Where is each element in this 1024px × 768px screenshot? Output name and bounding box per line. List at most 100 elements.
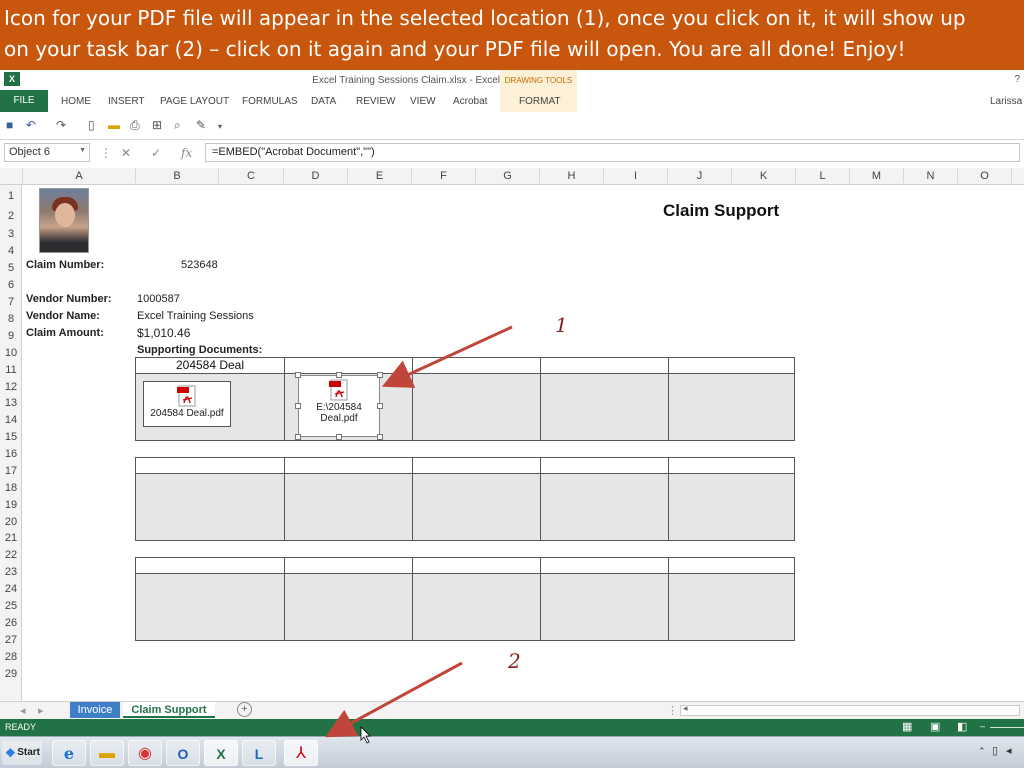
row-header[interactable]: 23 bbox=[0, 566, 22, 578]
row-header[interactable]: 13 bbox=[0, 397, 22, 409]
row-header[interactable]: 9 bbox=[0, 330, 22, 342]
pdf-object-1[interactable]: 204584 Deal.pdf bbox=[143, 381, 231, 427]
tab-data[interactable]: DATA bbox=[311, 96, 336, 107]
scroll-left-icon[interactable]: ◂ bbox=[20, 704, 26, 717]
column-header[interactable]: G bbox=[476, 168, 540, 183]
resize-handle[interactable] bbox=[336, 372, 342, 378]
column-header[interactable]: A bbox=[23, 168, 136, 183]
column-header[interactable]: D bbox=[284, 168, 348, 183]
row-header[interactable]: 24 bbox=[0, 583, 22, 595]
horizontal-scrollbar[interactable]: ◂ bbox=[680, 703, 1020, 716]
row-header[interactable]: 6 bbox=[0, 279, 22, 291]
network-icon[interactable]: ▯ bbox=[992, 744, 998, 757]
volume-icon[interactable]: ◂ bbox=[1006, 744, 1012, 757]
row-header[interactable]: 21 bbox=[0, 532, 22, 544]
row-header[interactable]: 18 bbox=[0, 482, 22, 494]
help-icon[interactable]: ? bbox=[1014, 74, 1020, 85]
column-header[interactable]: K bbox=[732, 168, 796, 183]
row-header[interactable]: 25 bbox=[0, 600, 22, 612]
column-header[interactable]: E bbox=[348, 168, 412, 183]
add-sheet-icon[interactable]: + bbox=[237, 702, 252, 717]
claim-amount-value[interactable]: $1,010.46 bbox=[137, 326, 190, 340]
redo-icon[interactable]: ↷ bbox=[56, 118, 66, 132]
page-break-view-icon[interactable]: ◧ bbox=[957, 720, 967, 733]
tray-overflow-icon[interactable]: ⌃ bbox=[978, 746, 986, 757]
row-header[interactable]: 17 bbox=[0, 465, 22, 477]
tab-format[interactable]: FORMAT bbox=[519, 96, 560, 107]
chevron-down-icon[interactable]: ▼ bbox=[79, 147, 86, 154]
print-preview-icon[interactable]: ⌕ bbox=[174, 118, 181, 133]
tab-page-layout[interactable]: PAGE LAYOUT bbox=[160, 96, 229, 107]
resize-handle[interactable] bbox=[295, 403, 301, 409]
resize-handle[interactable] bbox=[295, 372, 301, 378]
resize-handle[interactable] bbox=[336, 434, 342, 440]
row-header[interactable]: 3 bbox=[0, 228, 22, 240]
row-header[interactable]: 14 bbox=[0, 414, 22, 426]
insert-function-button[interactable]: fx bbox=[181, 146, 192, 160]
profile-photo[interactable] bbox=[39, 188, 89, 253]
row-header[interactable]: 11 bbox=[0, 364, 22, 376]
scroll-left-icon[interactable]: ◂ bbox=[683, 703, 688, 714]
row-header[interactable]: 15 bbox=[0, 431, 22, 443]
sheet-tab-claim-support[interactable]: Claim Support bbox=[123, 702, 215, 718]
vendor-name-value[interactable]: Excel Training Sessions bbox=[137, 310, 254, 322]
row-header[interactable]: 10 bbox=[0, 347, 22, 359]
user-name[interactable]: Larissa bbox=[990, 96, 1022, 107]
format-painter-icon[interactable]: ✎ bbox=[196, 118, 206, 132]
page-layout-view-icon[interactable]: ▣ bbox=[930, 720, 940, 733]
formula-input[interactable]: =EMBED("Acrobat Document","") bbox=[205, 143, 1020, 162]
pdf-object-2-selected[interactable]: E:\204584 Deal.pdf bbox=[295, 372, 383, 440]
resize-handle[interactable] bbox=[295, 434, 301, 440]
customize-toolbar-icon[interactable]: ▾ bbox=[218, 122, 222, 131]
quick-print-icon[interactable]: ⊞ bbox=[152, 118, 162, 132]
enter-icon[interactable]: ✓ bbox=[151, 146, 161, 160]
row-header[interactable]: 7 bbox=[0, 296, 22, 308]
zoom-out-icon[interactable]: – bbox=[980, 721, 985, 731]
tab-review[interactable]: REVIEW bbox=[356, 96, 395, 107]
resize-handle[interactable] bbox=[377, 403, 383, 409]
outlook-icon[interactable]: O bbox=[166, 740, 200, 766]
resize-handle[interactable] bbox=[377, 372, 383, 378]
vendor-number-value[interactable]: 1000587 bbox=[137, 293, 180, 305]
row-header[interactable]: 16 bbox=[0, 448, 22, 460]
row-header[interactable]: 12 bbox=[0, 381, 22, 393]
open-folder-icon[interactable]: ▬ bbox=[108, 118, 120, 132]
chrome-icon[interactable]: ◉ bbox=[128, 740, 162, 766]
normal-view-icon[interactable]: ▦ bbox=[902, 720, 912, 733]
file-explorer-icon[interactable]: ▬ bbox=[90, 740, 124, 766]
sheet-tab-invoice[interactable]: Invoice bbox=[70, 702, 120, 718]
row-header[interactable]: 5 bbox=[0, 262, 22, 274]
scroll-right-icon[interactable]: ▸ bbox=[38, 704, 44, 717]
column-header[interactable]: L bbox=[796, 168, 850, 183]
column-header[interactable]: N bbox=[904, 168, 958, 183]
row-header[interactable]: 20 bbox=[0, 516, 22, 528]
column-header[interactable]: C bbox=[219, 168, 284, 183]
cancel-icon[interactable]: ✕ bbox=[121, 146, 131, 160]
column-header[interactable]: J bbox=[668, 168, 732, 183]
row-header[interactable]: 2 bbox=[0, 210, 22, 222]
row-header[interactable]: 28 bbox=[0, 651, 22, 663]
column-header[interactable]: B bbox=[136, 168, 219, 183]
undo-icon[interactable]: ↶ bbox=[26, 118, 36, 132]
lync-icon[interactable]: L bbox=[242, 740, 276, 766]
column-header[interactable]: M bbox=[850, 168, 904, 183]
column-header[interactable]: F bbox=[412, 168, 476, 183]
new-file-icon[interactable]: ▯ bbox=[88, 118, 95, 132]
worksheet-grid[interactable]: Claim Support Claim Number: 523648 Vendo… bbox=[23, 185, 1024, 701]
row-header[interactable]: 8 bbox=[0, 313, 22, 325]
tab-insert[interactable]: INSERT bbox=[108, 96, 145, 107]
start-button[interactable]: ❖ Start bbox=[2, 741, 42, 765]
column-header[interactable]: H bbox=[540, 168, 604, 183]
excel-taskbar-icon[interactable]: X bbox=[204, 740, 238, 766]
name-box[interactable]: Object 6 ▼ bbox=[4, 143, 90, 162]
row-header[interactable]: 1 bbox=[0, 190, 22, 202]
tab-home[interactable]: HOME bbox=[61, 96, 91, 107]
row-header[interactable]: 26 bbox=[0, 617, 22, 629]
row-header[interactable]: 4 bbox=[0, 245, 22, 257]
row-header[interactable]: 27 bbox=[0, 634, 22, 646]
tab-view[interactable]: VIEW bbox=[410, 96, 436, 107]
internet-explorer-icon[interactable]: e bbox=[52, 740, 86, 766]
select-all-corner[interactable] bbox=[0, 168, 23, 183]
column-header[interactable]: I bbox=[604, 168, 668, 183]
claim-number-value[interactable]: 523648 bbox=[181, 259, 218, 271]
